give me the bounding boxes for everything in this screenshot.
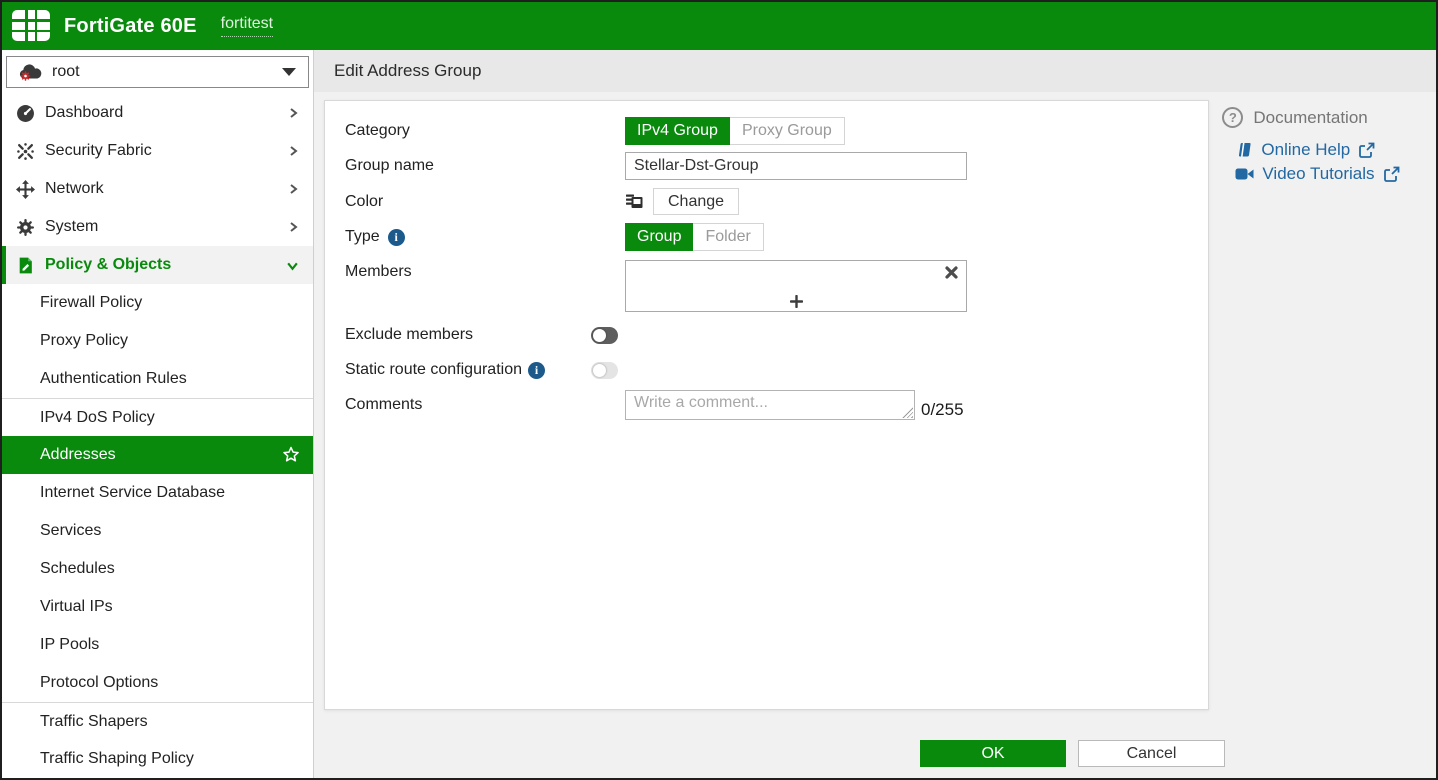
network-icon bbox=[14, 180, 36, 199]
exclude-members-label: Exclude members bbox=[345, 326, 591, 344]
sidebar-subitem-schedules[interactable]: Schedules bbox=[2, 550, 313, 588]
group-name-label: Group name bbox=[345, 157, 625, 175]
sidebar-item-security-fabric[interactable]: Security Fabric bbox=[2, 132, 313, 170]
sidebar-subitem-internet-service-database[interactable]: Internet Service Database bbox=[2, 474, 313, 512]
sidebar-subitem-virtual-ips[interactable]: Virtual IPs bbox=[2, 588, 313, 626]
hostname-label[interactable]: fortitest bbox=[221, 15, 273, 37]
type-segmented-control: Group Folder bbox=[625, 223, 764, 251]
external-link-icon bbox=[1383, 166, 1400, 183]
chevron-right-icon bbox=[287, 183, 299, 195]
comments-label: Comments bbox=[345, 396, 625, 414]
static-route-row: Static route configuration i bbox=[345, 361, 1208, 379]
online-help-link[interactable]: Online Help bbox=[1235, 140, 1436, 160]
type-row: Type i Group Folder bbox=[345, 223, 1208, 251]
chevron-right-icon bbox=[287, 221, 299, 233]
question-circle-icon: ? bbox=[1222, 107, 1243, 128]
category-segmented-control: IPv4 Group Proxy Group bbox=[625, 117, 845, 145]
clear-members-icon[interactable] bbox=[945, 266, 958, 279]
comments-row: Comments 0/255 bbox=[345, 390, 1208, 420]
ok-button[interactable]: OK bbox=[920, 740, 1066, 767]
chevron-right-icon bbox=[287, 107, 299, 119]
documentation-title: Documentation bbox=[1253, 108, 1367, 128]
static-route-toggle[interactable] bbox=[591, 362, 618, 379]
group-name-row: Group name bbox=[345, 152, 1208, 180]
color-row: Color Change bbox=[345, 188, 1208, 215]
chevron-right-icon bbox=[287, 145, 299, 157]
sidebar-item-network[interactable]: Network bbox=[2, 170, 313, 208]
members-select-box[interactable] bbox=[625, 260, 967, 312]
sidebar-subitem-ipv4-dos-policy[interactable]: IPv4 DoS Policy bbox=[2, 398, 313, 436]
group-name-input[interactable] bbox=[625, 152, 967, 180]
sidebar-item-dashboard[interactable]: Dashboard bbox=[2, 94, 313, 132]
members-label: Members bbox=[345, 260, 625, 281]
sidebar-item-policy-objects[interactable]: Policy & Objects bbox=[2, 246, 313, 284]
category-option-ipv4-group[interactable]: IPv4 Group bbox=[625, 117, 730, 145]
chevron-down-icon bbox=[286, 259, 299, 272]
sidebar-subitem-ip-pools[interactable]: IP Pools bbox=[2, 626, 313, 664]
category-option-proxy-group[interactable]: Proxy Group bbox=[730, 117, 845, 145]
system-gear-icon bbox=[14, 218, 36, 237]
sidebar-subitem-firewall-policy[interactable]: Firewall Policy bbox=[2, 284, 313, 322]
external-link-icon bbox=[1358, 142, 1375, 159]
sidebar-subitem-proxy-policy[interactable]: Proxy Policy bbox=[2, 322, 313, 360]
sidebar-subitem-traffic-shaping-policy[interactable]: Traffic Shaping Policy bbox=[2, 740, 313, 778]
page-title: Edit Address Group bbox=[314, 50, 1436, 92]
sidebar-subitem-protocol-options[interactable]: Protocol Options bbox=[2, 664, 313, 702]
color-change-button[interactable]: Change bbox=[653, 188, 739, 215]
content-area: Edit Address Group Category IPv4 Group P… bbox=[314, 50, 1436, 778]
static-route-info-icon[interactable]: i bbox=[528, 362, 545, 379]
exclude-members-row: Exclude members bbox=[345, 326, 1208, 344]
sidebar-subitem-services[interactable]: Services bbox=[2, 512, 313, 550]
edit-address-group-form: Category IPv4 Group Proxy Group Group na… bbox=[324, 100, 1209, 710]
dropdown-caret-icon bbox=[282, 68, 296, 76]
type-option-folder[interactable]: Folder bbox=[693, 223, 763, 251]
cloud-gear-icon bbox=[17, 62, 43, 82]
category-row: Category IPv4 Group Proxy Group bbox=[345, 117, 1208, 145]
type-info-icon[interactable]: i bbox=[388, 229, 405, 246]
color-label: Color bbox=[345, 193, 625, 211]
sidebar: root Dashboard Securit bbox=[2, 50, 314, 778]
security-fabric-icon bbox=[14, 142, 36, 161]
vdom-value: root bbox=[52, 63, 282, 81]
documentation-panel: ? Documentation Online Help bbox=[1222, 107, 1436, 184]
favorite-star-icon[interactable] bbox=[281, 445, 301, 465]
video-tutorials-link[interactable]: Video Tutorials bbox=[1235, 164, 1436, 184]
members-row: Members bbox=[345, 260, 1208, 312]
category-label: Category bbox=[345, 122, 625, 140]
color-swatch-icon bbox=[625, 192, 645, 212]
vdom-selector[interactable]: root bbox=[6, 56, 309, 88]
comments-textarea[interactable] bbox=[625, 390, 915, 420]
cancel-button[interactable]: Cancel bbox=[1078, 740, 1225, 767]
type-label: Type i bbox=[345, 228, 625, 246]
comments-char-counter: 0/255 bbox=[921, 400, 964, 420]
policy-objects-icon bbox=[14, 256, 36, 275]
fortinet-logo-icon bbox=[12, 10, 51, 42]
form-actions: OK Cancel bbox=[920, 740, 1225, 767]
sidebar-item-system[interactable]: System bbox=[2, 208, 313, 246]
type-option-group[interactable]: Group bbox=[625, 223, 693, 251]
device-name: FortiGate 60E bbox=[64, 15, 197, 38]
top-bar: FortiGate 60E fortitest bbox=[2, 2, 1436, 50]
book-icon bbox=[1235, 141, 1253, 159]
sidebar-subitem-authentication-rules[interactable]: Authentication Rules bbox=[2, 360, 313, 398]
sidebar-subitem-addresses[interactable]: Addresses bbox=[2, 436, 313, 474]
sidebar-subitem-traffic-shapers[interactable]: Traffic Shapers bbox=[2, 702, 313, 740]
add-member-icon[interactable] bbox=[626, 295, 966, 308]
exclude-members-toggle[interactable] bbox=[591, 327, 618, 344]
static-route-label: Static route configuration i bbox=[345, 361, 591, 379]
dashboard-icon bbox=[14, 104, 36, 123]
video-camera-icon bbox=[1235, 166, 1254, 182]
